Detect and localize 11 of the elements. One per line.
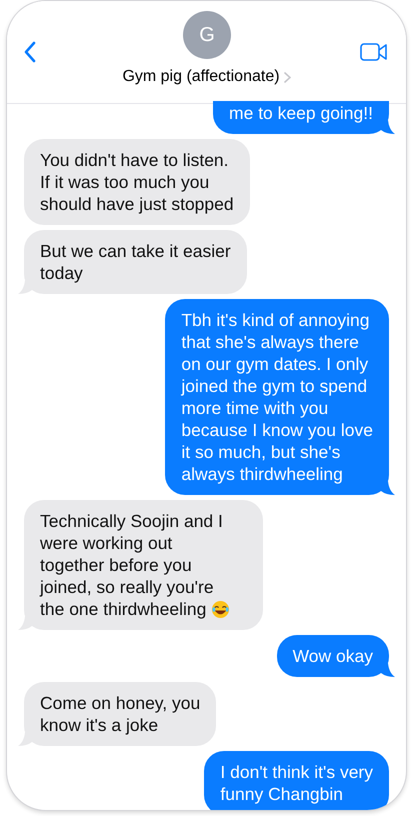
message-text: Technically Soojin and I were working out together before you joined, so really you're the one thirdwheeling bbox=[40, 510, 223, 620]
message-text: You didn't have to listen. If it was too much you should have just stopped bbox=[40, 149, 234, 215]
message-text: Tbh it's kind of annoying that she's always there on our gym dates. I only joined the gym to spend more time with you because I know you love it so much, but she's always thirdwheeling bbox=[181, 309, 373, 485]
contact-name[interactable]: Gym pig (affectionate) bbox=[122, 65, 280, 89]
message-text: Come on honey, you know it's a joke bbox=[40, 692, 200, 736]
message-text: me to keep going!! bbox=[229, 102, 373, 124]
message-text: I don't think it's very funny Changbin bbox=[220, 761, 373, 805]
video-camera-icon[interactable] bbox=[360, 43, 388, 61]
back-icon[interactable] bbox=[23, 41, 37, 63]
message-text: But we can take it easier today bbox=[40, 240, 231, 284]
message-text: Wow okay bbox=[292, 645, 373, 667]
